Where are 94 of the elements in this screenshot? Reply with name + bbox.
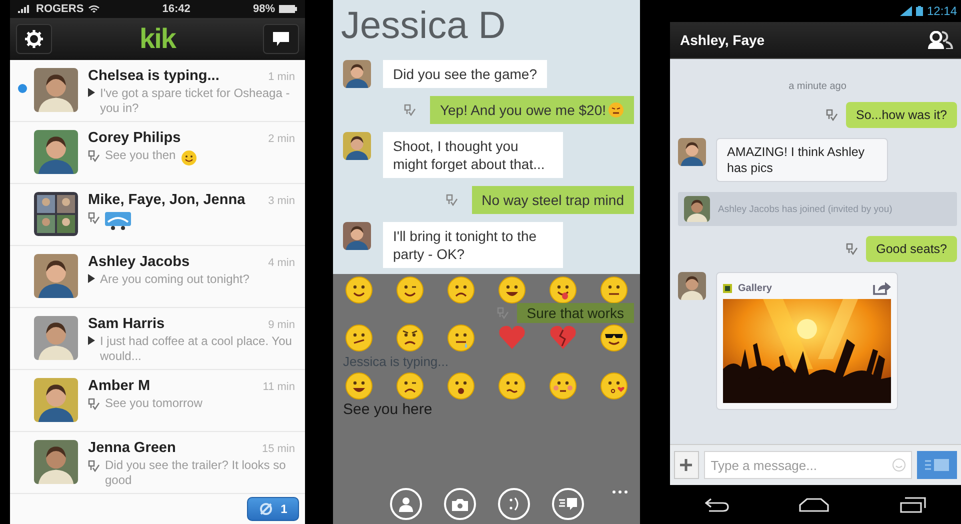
emoji-icon[interactable]: [344, 324, 373, 352]
emoji-icon[interactable]: [600, 324, 628, 352]
emoji-icon: [608, 102, 624, 118]
emoji-icon[interactable]: [498, 372, 526, 400]
message-bubble: Good seats?: [866, 236, 957, 262]
message-text: Shoot, I thought you might forget about that...: [393, 137, 546, 173]
sticker-icon: [105, 212, 131, 230]
emoji-icon[interactable]: [446, 324, 475, 352]
more-icon[interactable]: [612, 490, 628, 494]
carrier-name: ROGERS: [36, 3, 84, 15]
read-receipt-icon: [404, 104, 416, 116]
app-logo: kik: [140, 23, 176, 55]
contact-name: Corey Philips: [88, 130, 181, 146]
signal-icon: [18, 5, 32, 13]
contacts-button[interactable]: [390, 488, 422, 520]
message-text: Did you see the game?: [393, 65, 537, 83]
photo-source: Gallery: [738, 282, 772, 294]
message-time: 15 min: [262, 443, 295, 455]
emoji-icon[interactable]: [549, 276, 578, 304]
message-preview: I've got a spare ticket for Osheaga - you in?: [100, 86, 291, 116]
system-text: Ashley Jacobs has joined (invited by you): [718, 204, 892, 214]
person-icon: [398, 496, 414, 512]
contact-name: Mike, Faye, Jon, Jenna: [88, 192, 246, 208]
new-chat-button[interactable]: [263, 24, 299, 54]
chat-bubble-icon: [272, 31, 290, 47]
emoji-icon[interactable]: [396, 324, 424, 352]
clock-time: 16:42: [162, 3, 190, 15]
emoji-icon[interactable]: [344, 372, 373, 400]
unread-dot: [18, 84, 26, 93]
wifi-icon: [88, 4, 100, 14]
battery-icon: [916, 6, 923, 16]
emoji-icon[interactable]: [600, 372, 628, 400]
camera-button[interactable]: [444, 488, 476, 520]
attach-button[interactable]: [674, 451, 699, 479]
battery-level: 98%: [252, 3, 275, 15]
emoji-icon[interactable]: [498, 276, 526, 304]
message-time: 4 min: [268, 257, 295, 269]
emoji-icon[interactable]: [396, 276, 424, 304]
message-preview: See you then: [105, 148, 176, 163]
message-preview: See you tomorrow: [105, 396, 202, 411]
plus-icon: [680, 459, 692, 471]
timestamp: a minute ago: [788, 81, 848, 92]
people-icon[interactable]: [927, 31, 953, 49]
message-field[interactable]: Type a message...: [704, 451, 912, 479]
back-icon[interactable]: [705, 498, 730, 512]
message-time: 9 min: [268, 319, 295, 331]
emoji-icon[interactable]: [446, 372, 475, 400]
slashed-circle-icon: [258, 502, 273, 516]
emoji-icon[interactable]: [549, 372, 578, 400]
recent-apps-icon[interactable]: [900, 496, 926, 512]
read-receipt-icon: [446, 194, 458, 206]
message-time: 1 min: [268, 71, 295, 83]
emoji-icon[interactable]: [446, 276, 475, 304]
contact-name: Sam Harris: [88, 316, 165, 332]
contact-name: Ashley Jacobs: [88, 254, 190, 270]
emoji-icon[interactable]: [396, 372, 424, 400]
message-bubble: Sure that works: [516, 303, 634, 323]
send-message-icon: [924, 459, 949, 471]
contact-name: Amber M: [88, 378, 150, 394]
message-bubble: So...how was it?: [846, 102, 957, 128]
home-icon[interactable]: [799, 498, 830, 512]
message-time: 11 min: [262, 381, 295, 393]
read-receipt-icon: [846, 243, 858, 255]
message-time: 2 min: [268, 133, 295, 145]
signal-icon: [900, 6, 912, 16]
chat-title: Ashley, Faye: [680, 32, 765, 48]
camera-icon: [452, 498, 468, 510]
emoji-icon[interactable]: [344, 276, 373, 304]
message-text: No way steel trap mind: [482, 191, 624, 209]
message-preview: I just had coffee at a cool place. You would...: [100, 334, 293, 364]
clock-time: 12:14: [926, 4, 957, 18]
settings-button[interactable]: [16, 24, 52, 54]
emoji-button[interactable]: [498, 488, 530, 520]
smiley-icon: [508, 496, 520, 512]
read-receipt-icon: [826, 109, 838, 121]
message-bubble: AMAZING! I think Ashley has pics: [716, 138, 888, 182]
send-button[interactable]: [552, 488, 584, 520]
message-text: Yep! And you owe me $20!: [440, 101, 606, 119]
gallery-icon: [723, 284, 732, 292]
send-message-icon: [558, 497, 576, 511]
message-preview: Did you see the trailer? It looks so good: [105, 458, 287, 488]
emoji-icon[interactable]: [600, 276, 628, 304]
settings-icon: [25, 30, 43, 48]
contact-title: Jessica D: [340, 4, 507, 49]
contact-name: Jenna Green: [88, 440, 176, 456]
emoji-icon: [180, 150, 197, 166]
message-preview: Are you coming out tonight?: [100, 272, 250, 287]
battery-icon: [278, 5, 297, 13]
new-messages-button[interactable]: 1: [247, 497, 299, 521]
message-time: 3 min: [268, 195, 295, 207]
contact-name: Chelsea is typing...: [88, 68, 220, 84]
message-text: I'll bring it tonight to the party - OK?: [393, 227, 538, 263]
share-icon[interactable]: [873, 281, 891, 295]
draft-message: See you here: [343, 400, 432, 418]
